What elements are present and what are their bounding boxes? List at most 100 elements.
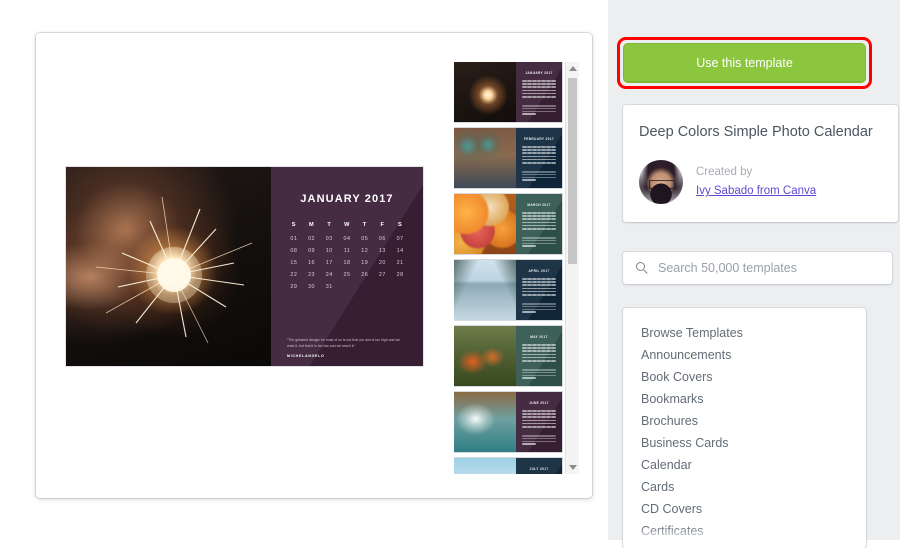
thumbnail-calendar-grid (522, 410, 556, 428)
use-template-cta-wrapper: Use this template (617, 37, 872, 89)
scroll-up-arrow-icon[interactable] (566, 62, 579, 75)
calendar-date: 05 (361, 236, 369, 242)
calendar-date: 21 (396, 260, 404, 266)
category-item[interactable]: CD Covers (623, 498, 866, 520)
scroll-down-arrow-icon[interactable] (566, 461, 579, 474)
category-item[interactable]: Announcements (623, 344, 866, 366)
glasses-icon (649, 180, 675, 190)
calendar-date: 17 (325, 260, 333, 266)
calendar-date: 23 (308, 272, 316, 278)
category-item[interactable]: Business Cards (623, 432, 866, 454)
thumbnail-item[interactable]: FEBRUARY 2017 (454, 128, 562, 188)
thumbnail-month-label: MARCH 2017 (527, 203, 551, 207)
thumbnail-calendar-panel: MAY 2017 (516, 326, 562, 386)
thumbnail-scrollbar[interactable] (565, 62, 579, 474)
spread-month-label: JANUARY 2017 (300, 193, 394, 205)
thumbnail-calendar-grid (522, 146, 556, 164)
thumbnail-calendar-grid (522, 344, 556, 362)
created-by-label: Created by (696, 165, 753, 178)
calendar-spread-preview[interactable]: JANUARY 2017 S M T W T F S 01 02 03 04 05 06 07 08 09 10… (66, 167, 423, 366)
thumbnail-quote-lines (522, 171, 556, 182)
thumbnail-calendar-panel: MARCH 2017 (516, 194, 562, 254)
calendar-date: 02 (308, 236, 316, 242)
thumbnail-month-label: FEBRUARY 2017 (523, 137, 555, 141)
category-item[interactable]: Certificates (623, 520, 866, 542)
template-title: Deep Colors Simple Photo Calendar (639, 124, 873, 140)
thumbnail-month-label: JUNE 2017 (529, 401, 549, 405)
calendar-dow: T (362, 222, 367, 228)
thumbnail-item[interactable]: MAY 2017 (454, 326, 562, 386)
thumbnail-calendar-panel: JANUARY 2017 (516, 62, 562, 122)
thumbnail-strip[interactable]: JANUARY 2017 FEBRUARY 2017 MARCH 2017 APRIL… (454, 62, 579, 474)
cafe-thumb (454, 128, 516, 188)
calendar-date: 10 (325, 248, 333, 254)
creator-row: Created by Ivy Sabado from Canva (639, 160, 882, 205)
surfer-thumb (454, 392, 516, 452)
use-this-template-button[interactable]: Use this template (623, 43, 866, 83)
category-item[interactable]: Browse Templates (623, 322, 866, 344)
calendar-date: 31 (325, 284, 333, 290)
creator-link[interactable]: Ivy Sabado from Canva (696, 183, 816, 200)
calendar-date: 06 (378, 236, 386, 242)
citrus-thumb (454, 194, 516, 254)
calendar-date: 13 (378, 248, 386, 254)
thumbnail-month-label: APRIL 2017 (528, 269, 550, 273)
calendar-dow: S (291, 222, 296, 228)
calendar-date: 20 (378, 260, 386, 266)
category-item[interactable]: Brochures (623, 410, 866, 432)
scrollbar-thumb[interactable] (568, 78, 577, 264)
thumbnail-month-label: MAY 2017 (530, 335, 548, 339)
spread-calendar-grid: S M T W T F S 01 02 03 04 05 06 07 08 09 10 11 12 13 14 15 16 1… (285, 222, 409, 290)
calendar-dow: W (344, 222, 350, 228)
thumbnail-calendar-panel: JULY 2017 (516, 458, 562, 474)
spark-rays-icon (95, 196, 253, 344)
category-item[interactable]: Calendar (623, 454, 866, 476)
thumbnail-month-label: JULY 2017 (529, 467, 549, 471)
creator-avatar (639, 160, 683, 205)
thumbnail-quote-lines (522, 435, 556, 446)
lake-thumb (454, 260, 516, 320)
search-placeholder: Search 50,000 templates (658, 261, 797, 275)
thumbnail-calendar-panel: APRIL 2017 (516, 260, 562, 320)
template-category-list: Browse Templates Announcements Book Covers… (623, 308, 866, 548)
thumbnail-calendar-grid (522, 80, 556, 98)
thumbnail-calendar-panel: JUNE 2017 (516, 392, 562, 452)
thumbnail-month-label: JANUARY 2017 (525, 71, 553, 75)
calendar-date: 04 (343, 236, 351, 242)
calendar-date: 30 (308, 284, 316, 290)
calendar-date: 07 (396, 236, 404, 242)
thumbnail-item[interactable]: JULY 2017 (454, 458, 562, 474)
thumbnail-quote-lines (522, 105, 556, 116)
calendar-date: 11 (343, 248, 351, 254)
calendar-date: 27 (378, 272, 386, 278)
search-icon (636, 261, 649, 275)
thumbnail-quote-lines (522, 369, 556, 380)
category-item[interactable]: Cards (623, 476, 866, 498)
calendar-date: 22 (290, 272, 298, 278)
calendar-dow: M (308, 222, 315, 228)
calendar-date: 18 (343, 260, 351, 266)
beach-thumb (454, 458, 516, 474)
calendar-date: 14 (396, 248, 404, 254)
thumbnail-item[interactable]: APRIL 2017 (454, 260, 562, 320)
template-info-card: Deep Colors Simple Photo Calendar Create… (623, 105, 898, 223)
thumbnail-calendar-grid (522, 278, 556, 296)
thumbnail-item[interactable]: MARCH 2017 (454, 194, 562, 254)
calendar-date: 09 (308, 248, 316, 254)
calendar-dow: T (327, 222, 332, 228)
right-sidebar: Use this template Deep Colors Simple Pho… (608, 0, 900, 548)
calendar-date: 15 (290, 260, 298, 266)
thumbnail-item[interactable]: JANUARY 2017 (454, 62, 562, 122)
template-search-box[interactable]: Search 50,000 templates (623, 252, 892, 284)
spread-quote: "The greatest danger for most of us is n… (287, 337, 400, 348)
category-item[interactable]: Bookmarks (623, 388, 866, 410)
thumbnail-list: JANUARY 2017 FEBRUARY 2017 MARCH 2017 APRIL… (454, 62, 562, 474)
calendar-date: 12 (361, 248, 369, 254)
category-item[interactable]: Book Covers (623, 366, 866, 388)
app-screen: JANUARY 2017 S M T W T F S 01 02 03 04 05 06 07 08 09 10… (0, 0, 900, 548)
creator-text: Created by Ivy Sabado from Canva (696, 164, 816, 201)
thumbnail-calendar-grid (522, 212, 556, 230)
calendar-dow: F (380, 222, 385, 228)
spread-calendar-panel: JANUARY 2017 S M T W T F S 01 02 03 04 05 06 07 08 09 10… (271, 167, 423, 366)
thumbnail-item[interactable]: JUNE 2017 (454, 392, 562, 452)
